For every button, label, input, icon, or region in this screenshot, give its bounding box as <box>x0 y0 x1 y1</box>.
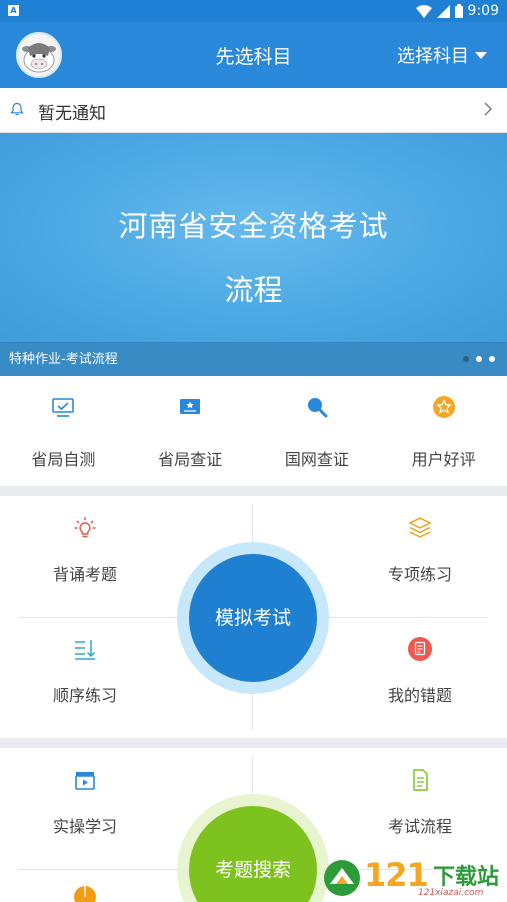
clock: 9:09 <box>467 3 499 19</box>
app-notification-icon: A <box>8 5 19 16</box>
banner-carousel[interactable]: 河南省安全资格考试 流程 特种作业-考试流程 <box>0 133 507 376</box>
star-icon <box>432 396 455 418</box>
special-practice-label: 专项练习 <box>387 565 452 584</box>
tool-user-reviews[interactable]: 用户好评 <box>380 376 507 486</box>
mock-exam-button[interactable]: 模拟考试 <box>189 554 317 682</box>
carousel-indicator <box>463 356 495 362</box>
chevron-down-icon <box>475 51 487 59</box>
site-watermark: 121 下载站 121xiazai.com <box>320 856 507 902</box>
tool-label: 省局自测 <box>31 450 96 469</box>
tool-provincial-certificate-check[interactable]: 省局查证 <box>127 376 254 486</box>
special-practice-button[interactable]: 专项练习 <box>335 515 505 585</box>
watermark-name: 下载站 <box>433 865 500 890</box>
bell-icon <box>10 102 24 116</box>
tool-label: 用户好评 <box>411 450 476 469</box>
monitor-check-icon <box>52 398 75 417</box>
chevron-right-icon <box>484 102 492 116</box>
sequential-practice-label: 顺序练习 <box>52 686 117 705</box>
exam-process-button[interactable]: 考试流程 <box>335 767 505 837</box>
video-clapper-icon <box>75 772 95 790</box>
subject-select-label: 选择科目 <box>397 46 469 67</box>
signal-icon <box>436 4 450 18</box>
layers-icon <box>408 517 432 538</box>
banner-caption: 特种作业-考试流程 <box>9 352 118 367</box>
notice-text: 暂无通知 <box>38 104 106 124</box>
app-bar: 先选科目 选择科目 <box>0 22 507 88</box>
watermark-logo-icon <box>324 860 360 896</box>
section-divider <box>0 738 507 748</box>
tool-label: 国网查证 <box>284 450 349 469</box>
recite-questions-label: 背诵考题 <box>52 565 117 584</box>
banner-subheadline: 流程 <box>224 273 283 307</box>
sequential-practice-button[interactable]: 顺序练习 <box>0 636 170 706</box>
notice-bar[interactable]: 暂无通知 <box>0 88 507 133</box>
mistakes-notebook-icon <box>408 637 432 661</box>
mock-exam-label: 模拟考试 <box>214 607 291 629</box>
quick-tools: 省局自测 省局查证 国网查证 用户好评 <box>0 376 507 486</box>
banner-headline: 河南省安全资格考试 <box>118 209 389 243</box>
recite-questions-button[interactable]: 背诵考题 <box>0 515 170 585</box>
my-mistakes-label: 我的错题 <box>387 686 452 705</box>
search-icon <box>307 398 328 418</box>
my-mistakes-button[interactable]: 我的错题 <box>335 636 505 706</box>
section-divider <box>0 486 507 496</box>
practice-section: 背诵考题 专项练习 顺序练习 我的错题 模拟考试 <box>0 496 507 738</box>
status-bar: A 9:09 <box>0 0 507 22</box>
pie-chart-icon <box>74 886 96 902</box>
certificate-icon <box>180 399 201 414</box>
carousel-dot[interactable] <box>489 356 495 362</box>
question-search-label: 考题搜索 <box>214 859 291 881</box>
system-indicators: 9:09 <box>415 2 499 20</box>
watermark-url: 121xiazai.com <box>418 888 484 898</box>
document-icon <box>413 769 428 791</box>
tool-national-network-check[interactable]: 国网查证 <box>254 376 381 486</box>
lightbulb-icon <box>74 517 96 538</box>
carousel-dot[interactable] <box>476 356 482 362</box>
battery-icon <box>454 4 463 18</box>
practical-learning-label: 实操学习 <box>52 817 117 836</box>
tool-provincial-self-test[interactable]: 省局自测 <box>0 376 127 486</box>
wifi-icon <box>415 4 432 18</box>
practical-learning-button[interactable]: 实操学习 <box>0 767 170 837</box>
exam-process-label: 考试流程 <box>387 817 452 836</box>
subject-select-dropdown[interactable]: 选择科目 <box>397 42 487 68</box>
sort-descending-icon <box>75 640 96 660</box>
carousel-dot[interactable] <box>463 356 469 362</box>
tool-label: 省局查证 <box>158 450 223 469</box>
